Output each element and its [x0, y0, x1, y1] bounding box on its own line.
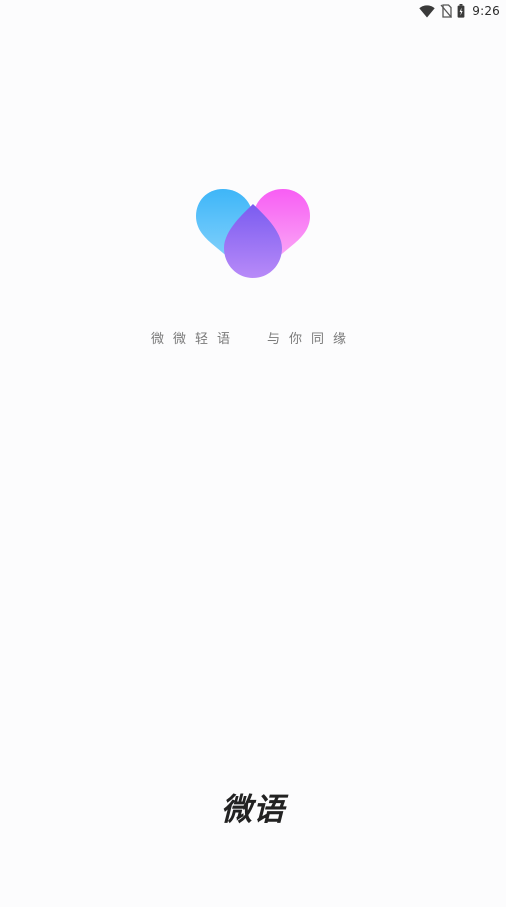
slogan: 微微轻语 与你同缘 — [0, 328, 506, 347]
status-time: 9:26 — [472, 4, 500, 18]
slogan-part1: 微微轻语 — [150, 332, 239, 347]
app-name: 微语 — [221, 792, 285, 828]
wifi-icon — [419, 4, 435, 18]
status-bar: 9:26 — [0, 0, 506, 22]
heart-drops-logo — [195, 186, 311, 280]
slogan-part2: 与你同缘 — [267, 332, 356, 347]
status-icons: 9:26 — [419, 2, 500, 20]
battery-icon — [457, 4, 465, 18]
no-sim-icon — [440, 4, 453, 18]
